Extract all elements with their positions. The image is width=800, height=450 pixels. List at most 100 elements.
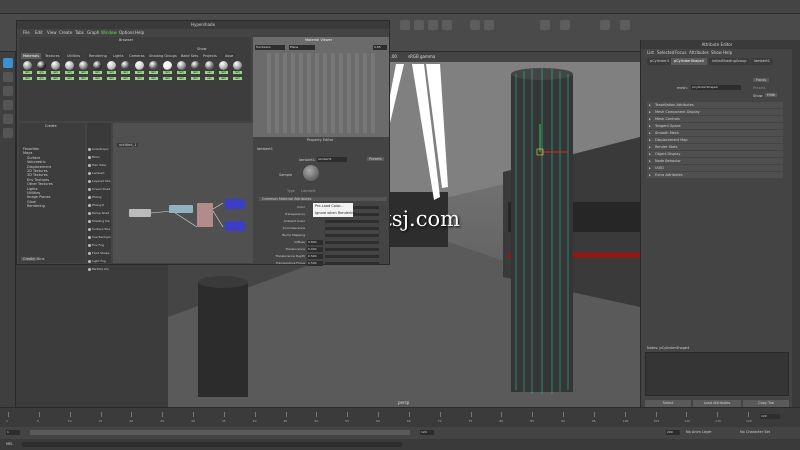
create-tree-item[interactable]: Rendering [27, 204, 45, 208]
current-frame-field[interactable]: 120 [760, 414, 780, 419]
create-tree-item[interactable]: 2D Textures [27, 169, 48, 173]
attribute-section[interactable]: Displacement Map [647, 137, 783, 143]
exposure-field[interactable]: 0.65 [373, 45, 387, 50]
anim-end-field[interactable]: 200 [666, 430, 680, 435]
tab-pcylinder4[interactable]: pCylinder4 [647, 58, 672, 65]
menu-create[interactable]: Create [59, 30, 72, 35]
menu-file[interactable]: File [23, 30, 30, 35]
create-tree-item[interactable]: Image Planes [27, 195, 51, 199]
material-swatch[interactable] [51, 61, 60, 70]
focus-button[interactable]: Focus [753, 78, 769, 82]
tab-textures[interactable]: Textures [43, 53, 62, 59]
range-start-field[interactable]: 1 [6, 430, 20, 435]
create-node-item[interactable]: Particle Clo [92, 267, 109, 271]
tab-lambert1[interactable]: lambert1 [751, 58, 773, 65]
node-name-field[interactable]: lambert1 [317, 157, 347, 162]
lasso-tool-icon[interactable] [3, 72, 13, 82]
material-swatch[interactable] [149, 61, 158, 70]
create-node-item[interactable]: Fluid Shape [92, 251, 110, 255]
attribute-section[interactable]: Render Stats [647, 144, 783, 150]
range-end-field[interactable]: 120 [420, 430, 434, 435]
tab-lights[interactable]: Lights [111, 53, 126, 59]
tab-pcylindershape4[interactable]: pCylinderShape4 [671, 58, 707, 65]
filter-label[interactable]: Show [197, 47, 206, 51]
context-menu-item[interactable]: Pre-Load Color... [315, 204, 344, 208]
shelf-button[interactable] [400, 20, 410, 30]
create-node-item[interactable]: Phong E [92, 203, 104, 207]
shape-select[interactable]: Plane [289, 45, 315, 50]
tab-projects[interactable]: Projects [201, 53, 219, 59]
attribute-section[interactable]: Extra Attributes [647, 172, 783, 178]
tab-initialshadinggroup[interactable]: initialShadingGroup [709, 58, 750, 65]
attribute-slider[interactable] [325, 241, 379, 244]
tab-materials[interactable]: Materials [21, 53, 42, 59]
renderer-select[interactable]: Hardware [255, 45, 285, 50]
tab-bins[interactable]: Bins [37, 257, 44, 261]
tab-assets[interactable]: Asse [223, 53, 236, 59]
attribute-section[interactable]: Tessellation Attributes [647, 102, 783, 108]
attribute-value-field[interactable]: 0.000 [307, 247, 323, 252]
graph-node[interactable] [129, 209, 151, 217]
material-swatch[interactable] [23, 61, 32, 70]
tab-utilities[interactable]: Utilities [65, 53, 83, 59]
create-tree-item[interactable]: Glow [27, 200, 36, 204]
shelf-button[interactable] [442, 20, 452, 30]
context-menu-item[interactable]: Ignore when Rendering [315, 211, 356, 215]
create-tree-item[interactable]: Maya [23, 151, 32, 155]
create-node-item[interactable]: Blinn [92, 155, 100, 159]
create-tree-item[interactable]: Surface [27, 156, 40, 160]
graph-node[interactable] [225, 199, 245, 209]
anim-layer-select[interactable]: No Anim Layer [686, 430, 712, 434]
create-tree-item[interactable]: Favorites [23, 147, 39, 151]
color-space-readout[interactable]: sRGB gamma [408, 54, 435, 59]
attribute-slider[interactable] [325, 234, 379, 237]
command-language-label[interactable]: MEL [6, 442, 13, 446]
attribute-section[interactable]: Tangent Space [647, 123, 783, 129]
notes-field[interactable] [645, 352, 789, 396]
select-button[interactable]: Select [645, 400, 691, 407]
shelf-button[interactable] [540, 20, 550, 30]
attribute-slider[interactable] [325, 255, 379, 258]
material-swatch[interactable] [219, 61, 228, 70]
attribute-value-field[interactable]: 0.800 [307, 240, 323, 245]
create-tree-item[interactable]: Env Textures [27, 178, 49, 182]
menu-graph[interactable]: Graph [87, 30, 99, 35]
attribute-section[interactable]: Object Display [647, 151, 783, 157]
create-node-item[interactable]: Shading Ma [92, 219, 110, 223]
menu-view[interactable]: View [47, 30, 57, 35]
shelf-button[interactable] [560, 20, 570, 30]
move-tool-icon[interactable] [3, 100, 13, 110]
attribute-section[interactable]: UUID [647, 165, 783, 171]
create-node-item[interactable]: Ocean Shad [92, 187, 110, 191]
create-tree-item[interactable]: Utilities [27, 191, 40, 195]
shelf-button[interactable] [428, 20, 438, 30]
material-swatch[interactable] [121, 61, 130, 70]
attribute-section[interactable]: Smooth Mesh [647, 130, 783, 136]
rotate-tool-icon[interactable] [3, 114, 13, 124]
create-tree-item[interactable]: Volumetric [27, 160, 46, 164]
tab-shading-groups[interactable]: Shading Groups [147, 53, 179, 59]
material-swatch[interactable] [79, 61, 88, 70]
create-tree-item[interactable]: Lights [27, 187, 38, 191]
section-header[interactable]: Common Material Attributes [259, 197, 387, 201]
create-node-item[interactable]: Light Fog [92, 259, 106, 263]
shelf-button[interactable] [470, 20, 480, 30]
create-node-item[interactable]: Use Backgro [92, 235, 111, 239]
attribute-slider[interactable] [325, 248, 379, 251]
menu-focus[interactable]: Focus [675, 50, 686, 55]
presets-button[interactable]: Presets [753, 86, 766, 90]
shelf-button[interactable] [414, 20, 424, 30]
material-swatch[interactable] [65, 61, 74, 70]
create-node-item[interactable]: Env Fog [92, 243, 104, 247]
material-swatch[interactable] [163, 61, 172, 70]
attribute-section[interactable]: Mesh Controls [647, 116, 783, 122]
time-slider[interactable]: 1 5 10 15 20 25 30 35 40 45 50 55 60 65 70 75 80 85 90 95 10… [0, 407, 800, 427]
menu-list[interactable]: List [647, 50, 654, 55]
show-button[interactable]: Show [753, 94, 762, 98]
material-swatch[interactable] [233, 61, 242, 70]
menu-options[interactable]: Options [119, 30, 134, 35]
material-swatch[interactable] [191, 61, 200, 70]
menu-tabs[interactable]: Tabs [75, 30, 84, 35]
material-swatch[interactable] [107, 61, 116, 70]
menu-show[interactable]: Show [711, 50, 722, 55]
